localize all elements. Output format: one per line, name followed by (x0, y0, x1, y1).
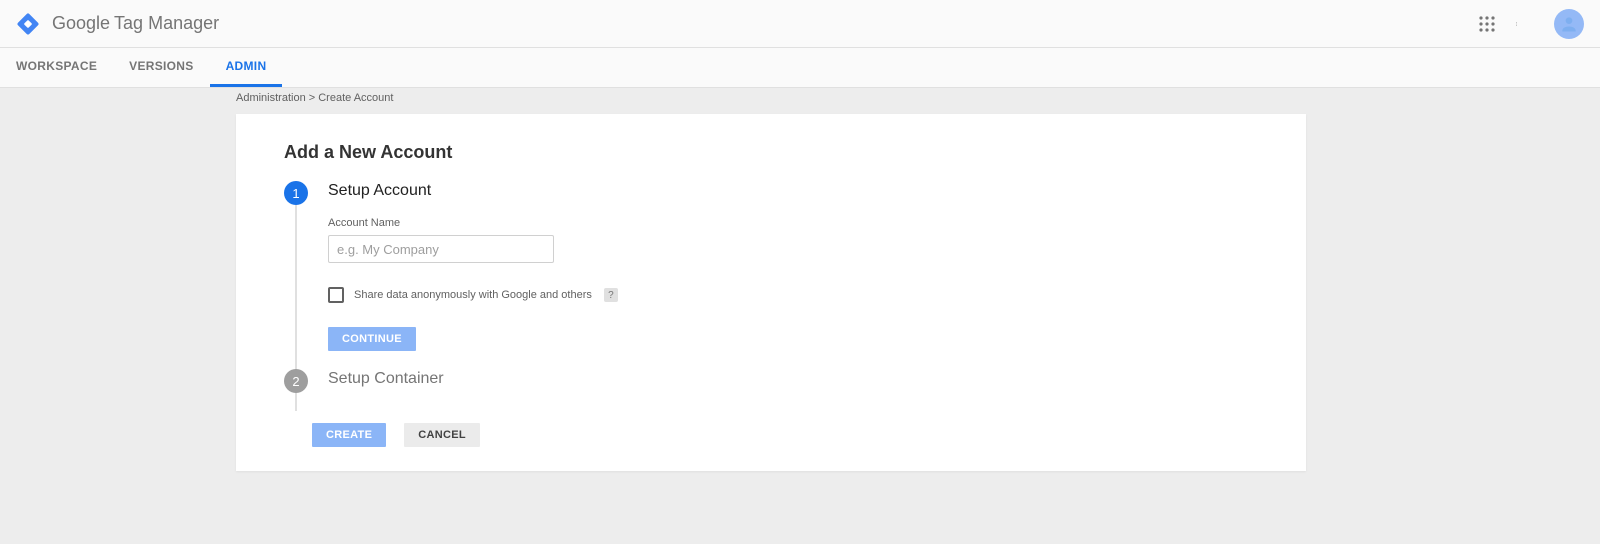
more-vert-icon[interactable] (1516, 15, 1534, 33)
continue-button[interactable]: CONTINUE (328, 327, 416, 351)
account-name-label: Account Name (328, 217, 1258, 229)
page-title: Add a New Account (284, 142, 1258, 163)
step-1: 1 Setup Account (284, 181, 1258, 205)
step-2-number: 2 (284, 369, 308, 393)
content: Administration > Create Account Add a Ne… (0, 88, 1600, 544)
subnav: WORKSPACE VERSIONS ADMIN (0, 48, 1600, 88)
step-2: 2 Setup Container (284, 369, 1258, 393)
help-icon[interactable]: ? (604, 288, 618, 302)
account-name-input[interactable] (328, 235, 554, 263)
share-data-row: Share data anonymously with Google and o… (328, 287, 1258, 303)
card-create-account: Add a New Account 1 Setup Account Accoun… (236, 114, 1306, 471)
step-1-number: 1 (284, 181, 308, 205)
share-data-checkbox[interactable] (328, 287, 344, 303)
tab-versions[interactable]: VERSIONS (113, 48, 209, 87)
tab-admin[interactable]: ADMIN (210, 48, 283, 87)
tab-workspace[interactable]: WORKSPACE (0, 48, 113, 87)
bottom-actions: CREATE CANCEL (312, 423, 1258, 447)
cancel-button[interactable]: CANCEL (404, 423, 480, 447)
product-google: Google (52, 13, 110, 34)
apps-icon[interactable] (1478, 15, 1496, 33)
product-tagmanager: Tag Manager (114, 13, 219, 34)
step-2-title: Setup Container (328, 369, 444, 388)
step-1-body: Account Name Share data anonymously with… (328, 217, 1258, 351)
breadcrumb: Administration > Create Account (0, 88, 1600, 114)
share-data-label: Share data anonymously with Google and o… (354, 289, 592, 301)
product-name: Google Tag Manager (52, 13, 219, 34)
gtm-logo-icon (16, 12, 40, 36)
avatar[interactable] (1554, 9, 1584, 39)
create-button[interactable]: CREATE (312, 423, 386, 447)
header: Google Tag Manager (0, 0, 1600, 48)
header-actions (1478, 9, 1584, 39)
step-1-title: Setup Account (328, 181, 431, 200)
